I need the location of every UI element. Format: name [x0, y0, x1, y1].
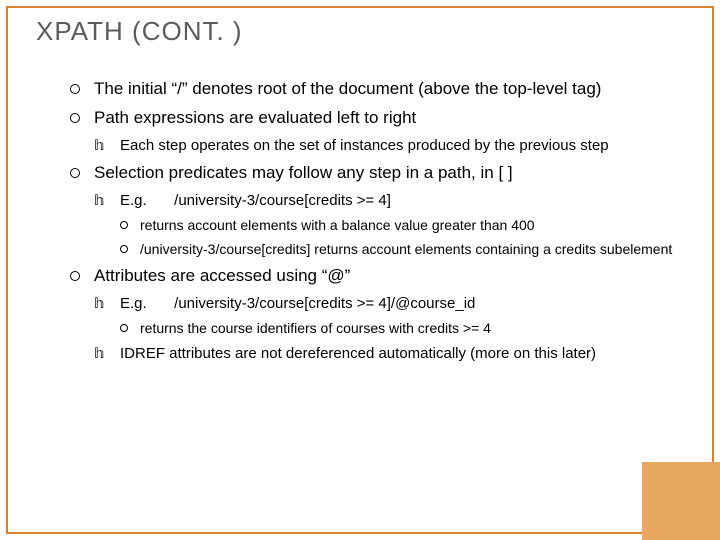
- slide-title: XPATH (CONT. ): [36, 16, 243, 47]
- list-text: returns the course identifiers of course…: [140, 320, 491, 336]
- bullet-list-level3: returns account elements with a balance …: [120, 216, 692, 259]
- eg-label: E.g.: [120, 191, 170, 211]
- list-text: Each step operates on the set of instanc…: [120, 137, 609, 154]
- list-item: IDREF attributes are not dereferenced au…: [94, 344, 692, 364]
- slide-body: The initial “/” denotes root of the docu…: [70, 78, 692, 364]
- list-item: returns the course identifiers of course…: [120, 319, 692, 338]
- list-text: Attributes are accessed using “@”: [94, 266, 350, 285]
- list-text: Path expressions are evaluated left to r…: [94, 108, 416, 127]
- eg-value: /university-3/course[credits >= 4]: [174, 192, 391, 209]
- list-item: The initial “/” denotes root of the docu…: [70, 78, 692, 101]
- bullet-list-level2: Each step operates on the set of instanc…: [94, 136, 692, 156]
- list-item: Selection predicates may follow any step…: [70, 162, 692, 259]
- eg-value: /university-3/course[credits >= 4]/@cour…: [174, 295, 475, 312]
- bullet-list-level2: E.g. /university-3/course[credits >= 4]/…: [94, 294, 692, 364]
- eg-label: E.g.: [120, 294, 170, 314]
- list-item: returns account elements with a balance …: [120, 216, 692, 235]
- list-text: IDREF attributes are not dereferenced au…: [120, 345, 596, 362]
- bullet-list-level3: returns the course identifiers of course…: [120, 319, 692, 338]
- list-text: /university-3/course[credits] returns ac…: [140, 241, 672, 257]
- list-item: Path expressions are evaluated left to r…: [70, 107, 692, 156]
- list-text: Selection predicates may follow any step…: [94, 163, 513, 182]
- list-item: E.g. /university-3/course[credits >= 4] …: [94, 191, 692, 259]
- bullet-list-level2: E.g. /university-3/course[credits >= 4] …: [94, 191, 692, 259]
- list-item: Attributes are accessed using “@” E.g. /…: [70, 265, 692, 364]
- bullet-list-level1: The initial “/” denotes root of the docu…: [70, 78, 692, 364]
- list-item: /university-3/course[credits] returns ac…: [120, 240, 692, 259]
- accent-decoration: [642, 462, 720, 540]
- list-text: The initial “/” denotes root of the docu…: [94, 79, 601, 98]
- list-item: E.g. /university-3/course[credits >= 4]/…: [94, 294, 692, 338]
- list-item: Each step operates on the set of instanc…: [94, 136, 692, 156]
- list-text: returns account elements with a balance …: [140, 217, 535, 233]
